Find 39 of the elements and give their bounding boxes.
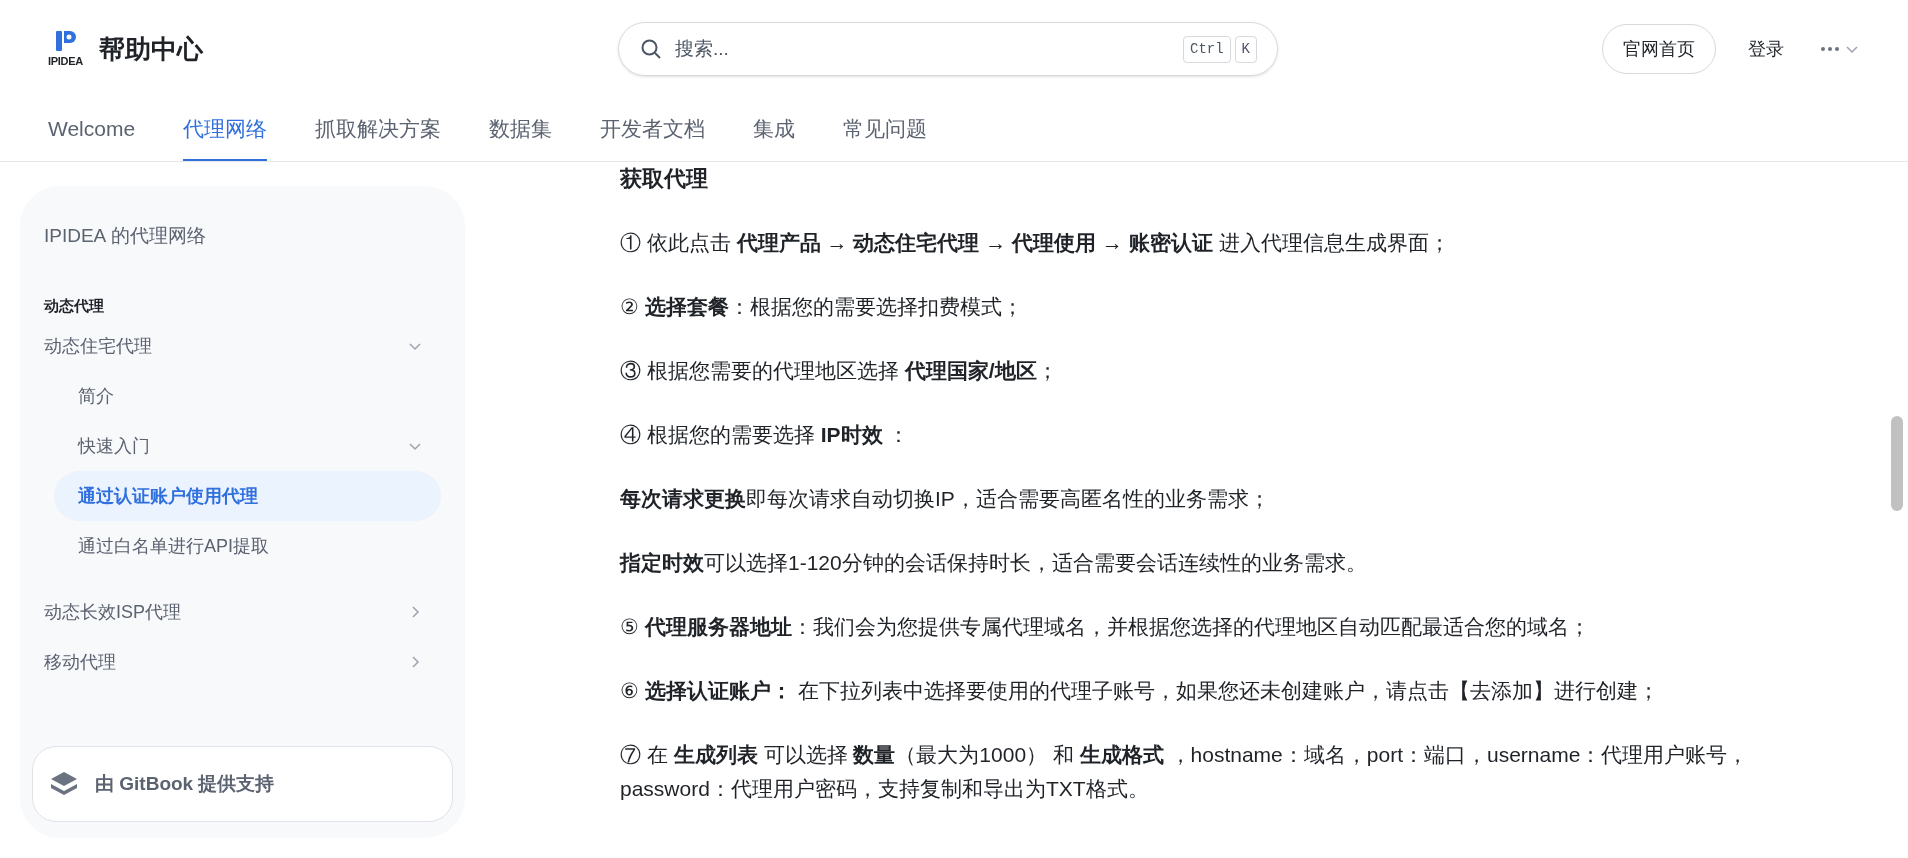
paragraph: 指定时效可以选择1-120分钟的会话保持时长，适合需要会话连续性的业务需求。 <box>620 550 1368 576</box>
section-heading: 动态代理 <box>42 295 105 316</box>
paragraph: ⑤ 代理服务器地址：我们会为您提供专属代理域名，并根据您选择的代理地区自动匹配最适合您的域名； <box>620 614 1591 640</box>
sidebar-item[interactable]: 通过认证账户使用代理 <box>54 471 441 521</box>
search-icon <box>639 37 663 61</box>
sidebar-item[interactable]: 移动代理 <box>20 637 441 687</box>
paragraph: ⑦ 在 生成列表 可以选择 数量（最大为1000） 和 生成格式 ，hostname：域名，port：端口，username：代理用户账号，password：代理用户密码，支持复制和导出为TXT格式。 <box>620 742 1750 802</box>
paragraph: ② 选择套餐：根据您的需要选择扣费模式； <box>620 294 1024 320</box>
login-link[interactable]: 登录 <box>1748 35 1784 63</box>
paragraph: ④ 根据您的需要选择 IP时效 ： <box>620 422 911 448</box>
paragraph: 每次请求更换即每次请求自动切换IP，适合需要高匿名性的业务需求； <box>620 486 1271 512</box>
home-button[interactable]: 官网首页 <box>1602 24 1716 74</box>
logo-text: IPIDEA <box>48 53 84 69</box>
sidebar-item[interactable]: 通过白名单进行API提取 <box>54 521 441 571</box>
nav-tab[interactable]: 开发者文档 <box>600 98 706 161</box>
nav-tab[interactable]: 集成 <box>753 98 796 161</box>
nav-tab[interactable]: 代理网络 <box>183 98 268 161</box>
sidebar-item[interactable]: 简介 <box>20 371 441 421</box>
layers-icon <box>49 770 79 798</box>
sidebar-item[interactable]: 动态长效ISP代理 <box>20 587 441 637</box>
nav-tab[interactable]: 常见问题 <box>843 98 928 161</box>
section-heading: 获取代理 <box>620 165 709 193</box>
nav-tab[interactable]: Welcome <box>48 98 136 161</box>
scrollbar-thumb[interactable] <box>1891 416 1903 511</box>
paragraph: ⑥ 选择认证账户： 在下拉列表中选择要使用的代理子账号，如果您还未创建账户，请点击【去添加】进行创建； <box>620 678 1660 704</box>
nav-tab[interactable]: 数据集 <box>489 98 553 161</box>
site-title: 帮助中心 <box>99 32 204 66</box>
sidebar-item[interactable]: 快速入门 <box>20 421 441 471</box>
logo-icon <box>53 28 78 53</box>
nav-tab[interactable]: 抓取解决方案 <box>315 98 442 161</box>
more-icon <box>1820 46 1840 52</box>
sidebar-item[interactable]: 动态住宅代理 <box>20 321 441 371</box>
search-input[interactable]: 搜索... <box>675 34 1171 64</box>
gitbook-badge[interactable]: 由 GitBook 提供支持 <box>32 746 453 822</box>
shortcut-key: Ctrl <box>1183 35 1231 63</box>
shortcut-key: K <box>1234 35 1257 63</box>
sidebar-title: IPIDEA 的代理网络 <box>43 224 207 248</box>
paragraph: ① 依此点击 代理产品 → 动态住宅代理 → 代理使用 → 账密认证 进入代理信息生成界面； <box>620 230 1451 256</box>
paragraph: ③ 根据您需要的代理地区选择 代理国家/地区； <box>620 358 1059 384</box>
